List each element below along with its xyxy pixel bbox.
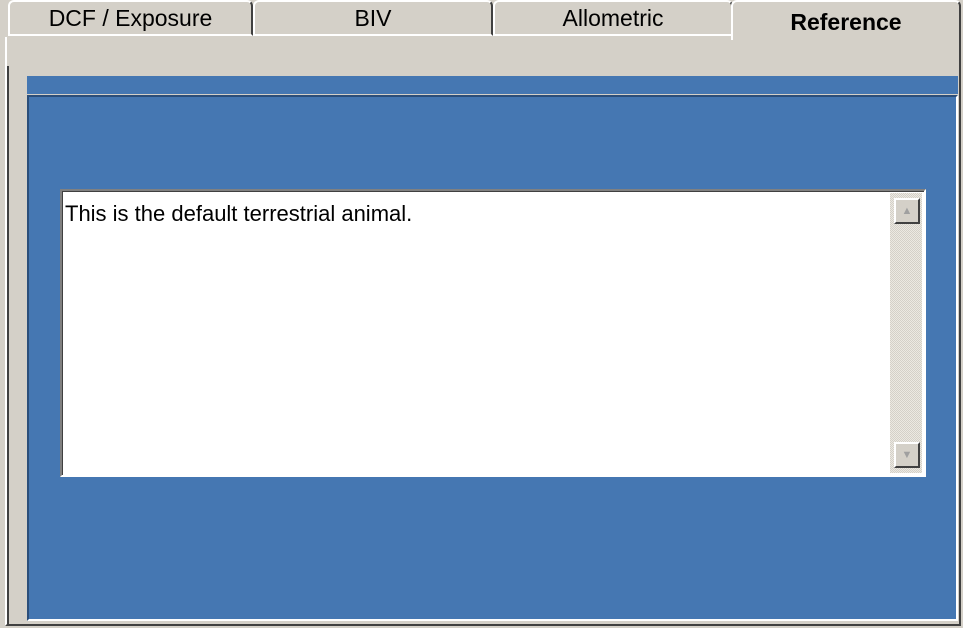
panel-header-strip [27, 76, 958, 94]
vertical-scrollbar[interactable]: ▲ ▼ [890, 193, 922, 473]
scroll-down-arrow-icon: ▼ [901, 448, 913, 461]
frame-edge [7, 66, 9, 626]
scroll-up-arrow-icon: ▲ [901, 204, 913, 217]
reference-text-area[interactable]: This is the default terrestrial animal. … [60, 189, 926, 477]
tab-biv[interactable]: BIV [253, 0, 493, 36]
tab-dcf-exposure[interactable]: DCF / Exposure [8, 0, 253, 36]
tab-label: DCF / Exposure [48, 4, 213, 31]
tab-label: Reference [790, 8, 902, 35]
reference-text: This is the default terrestrial animal. [65, 201, 413, 226]
tab-label: BIV [354, 4, 392, 31]
tab-reference[interactable]: Reference [731, 0, 961, 40]
tab-allometric[interactable]: Allometric [493, 0, 733, 36]
scroll-down-button[interactable]: ▼ [894, 442, 920, 468]
tab-label: Allometric [562, 4, 664, 31]
scroll-up-button[interactable]: ▲ [894, 198, 920, 224]
